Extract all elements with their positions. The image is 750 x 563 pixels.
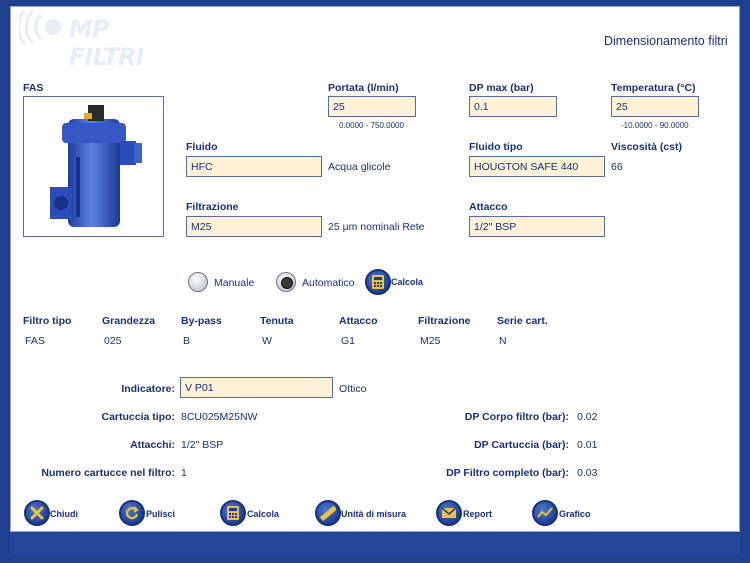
cell-grandezza: 025 [104,335,122,347]
temperatura-range: -10.0000 - 90.0000 [621,121,689,130]
indicatore-input[interactable]: V P01 [180,377,333,398]
calculator-icon [227,506,239,520]
filtrazione-description: 25 µm nominali Rete [328,221,425,233]
chiudi-label: Chiudi [50,509,78,519]
col-header-filtrazione: Filtrazione [418,315,471,327]
report-label: Report [463,509,492,519]
fluido-description: Acqua glicole [328,161,391,173]
dp-completo-label: DP Filtro completo (bar): [446,467,569,479]
product-image [23,96,164,237]
dp-completo-value: 0.03 [577,467,598,479]
filter-image-icon [50,105,142,227]
fluido-tipo-label: Fluido tipo [469,141,523,153]
mp-filtri-logo: MP FILTRI [19,11,189,71]
automatico-radio[interactable] [276,272,296,292]
col-header-serie-cart: Serie cart. [497,315,548,327]
temperatura-input[interactable]: 25 [611,96,699,117]
numero-cartucce-label: Numero cartucce nel filtro: [41,467,175,479]
dp-corpo-label: DP Corpo filtro (bar): [464,411,569,423]
fluido-tipo-input[interactable]: HOUGTON SAFE 440 [469,156,605,177]
attacco-label: Attacco [469,201,508,213]
pulisci-button[interactable] [119,500,145,526]
portata-input[interactable]: 25 [328,96,416,117]
dp-cartuccia-label: DP Cartuccia (bar): [474,439,569,451]
cell-filtrazione: M25 [420,335,441,347]
calculator-icon [372,275,384,289]
grafico-button[interactable] [532,500,558,526]
envelope-icon [441,507,457,518]
manuale-label: Manuale [214,277,255,289]
report-button[interactable] [436,500,462,526]
calcola-label: Calcola [247,509,280,519]
logo-text: MP FILTRI [69,15,144,71]
ruler-icon [320,505,336,521]
cartuccia-label: Cartuccia tipo: [101,411,175,423]
fluido-label: Fluido [186,141,218,153]
col-header-attacco: Attacco [339,315,378,327]
cell-attacco: G1 [341,335,356,347]
col-header-by-pass: By-pass [181,315,222,327]
dp-max-label: DP max (bar) [469,82,534,94]
page-title: Dimensionamento filtri [604,34,728,48]
close-icon [30,506,44,520]
automatico-label: Automatico [302,277,355,289]
pulisci-label: Pulisci [146,509,176,519]
col-header-grandezza: Grandezza [102,315,156,327]
cell-serie-cart: N [499,335,507,347]
cell-tenuta: W [262,335,272,347]
portata-range: 0.0000 - 750.0000 [339,121,404,130]
portata-label: Portata (l/min) [328,82,399,94]
viscosita-label: Viscosità (cst) [611,141,683,153]
grafico-label: Grafico [559,509,591,519]
calcola-mode-button[interactable] [365,269,391,295]
manuale-radio[interactable] [188,272,208,292]
dp-corpo-value: 0.02 [577,411,598,423]
temperatura-label: Temperatura (°C) [611,82,696,94]
cartuccia-value: 8CU025M25NW [181,411,258,423]
col-header-filtro-tipo: Filtro tipo [23,315,72,327]
attacchi-label: Attacchi: [130,439,175,451]
cell-by-pass: B [183,335,191,347]
attacco-input[interactable]: 1/2" BSP [469,216,605,237]
cell-filtro-tipo: FAS [25,335,45,347]
filtrazione-label: Filtrazione [186,201,239,213]
unita-misura-label: Unità di misura [341,509,407,519]
dp-cartuccia-value: 0.01 [577,439,598,451]
col-header-tenuta: Tenuta [260,315,294,327]
product-name: FAS [23,82,44,94]
unita-misura-button[interactable] [315,500,341,526]
calcola-button[interactable] [220,500,246,526]
calcola-mode-label: Calcola [391,277,424,287]
indicatore-label: Indicatore: [121,383,175,395]
chart-icon [537,507,553,518]
bottom-bar [10,533,740,555]
indicatore-description: Ottico [339,383,367,395]
numero-cartucce-value: 1 [181,467,187,479]
attacchi-value: 1/2" BSP [181,439,224,451]
refresh-icon [125,506,139,520]
viscosita-value: 66 [611,161,623,173]
dp-max-input[interactable]: 0.1 [469,96,557,117]
chiudi-button[interactable] [24,500,50,526]
filtrazione-input[interactable]: M25 [186,216,322,237]
fluido-input[interactable]: HFC [186,156,322,177]
main-panel: MP FILTRI Dimensionamento filtri FAS Por… [10,6,740,532]
